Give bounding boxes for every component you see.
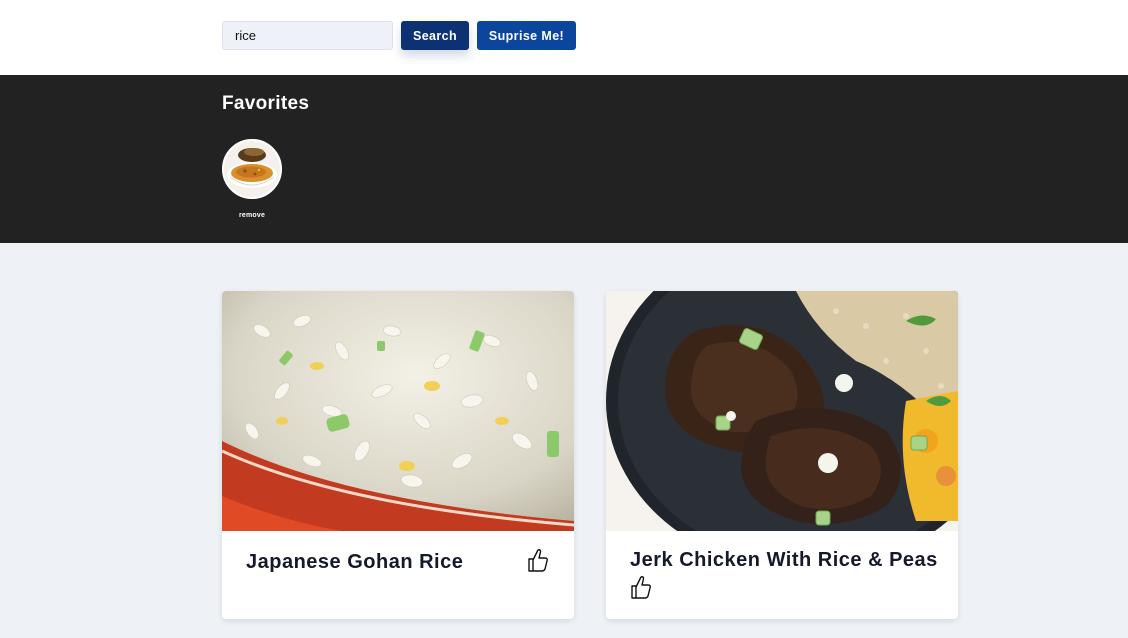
favorite-item: remove	[222, 139, 282, 219]
thumbs-up-icon[interactable]	[527, 547, 549, 578]
jerk-chicken-photo	[606, 291, 958, 531]
favorites-title: Favorites	[222, 93, 310, 114]
surprise-me-button[interactable]: Suprise Me!	[477, 21, 576, 50]
recipe-title: Japanese Gohan Rice	[246, 551, 464, 573]
recipe-card[interactable]: Jerk Chicken With Rice & Peas	[606, 291, 958, 619]
favorite-thumbnail[interactable]	[222, 139, 282, 199]
search-button[interactable]: Search	[401, 21, 469, 50]
thumbs-up-icon[interactable]	[630, 574, 652, 605]
recipe-title: Jerk Chicken With Rice & Peas	[630, 549, 938, 571]
favorites-section: Favorites remove	[0, 75, 1128, 243]
top-bar: Search Suprise Me!	[0, 0, 1128, 75]
fried-rice-photo	[222, 291, 574, 531]
favorite-remove-link[interactable]: remove	[222, 212, 282, 219]
recipe-card[interactable]: Japanese Gohan Rice	[222, 291, 574, 619]
search-input[interactable]	[222, 21, 393, 50]
soup-bowl-image	[224, 141, 280, 197]
